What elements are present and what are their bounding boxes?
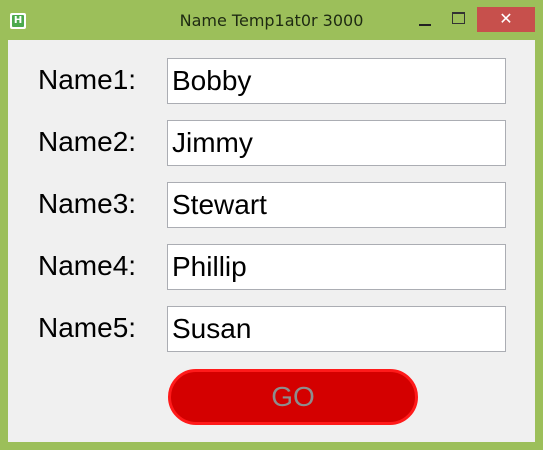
- name5-input[interactable]: [167, 306, 506, 352]
- maximize-button[interactable]: [445, 8, 473, 30]
- title-bar[interactable]: H Name Temp1at0r 3000 ✕: [0, 0, 543, 40]
- go-button[interactable]: GO: [168, 369, 418, 425]
- name4-label: Name4:: [38, 250, 137, 281]
- minimize-button[interactable]: [410, 8, 438, 30]
- close-icon: ✕: [499, 9, 513, 28]
- name1-label: Name1:: [38, 64, 137, 95]
- name1-input[interactable]: [167, 58, 506, 104]
- name3-label: Name3:: [38, 188, 137, 219]
- close-button[interactable]: ✕: [477, 7, 535, 32]
- name2-input[interactable]: [167, 120, 506, 166]
- name5-label: Name5:: [38, 312, 137, 343]
- name4-input[interactable]: [167, 244, 506, 290]
- name3-input[interactable]: [167, 182, 506, 228]
- form-panel: Name1: Name2: Name3: Name4: Name5: GO: [8, 40, 535, 442]
- name2-label: Name2:: [38, 126, 137, 157]
- app-window: H Name Temp1at0r 3000 ✕ Name1: Name2: Na…: [0, 0, 543, 450]
